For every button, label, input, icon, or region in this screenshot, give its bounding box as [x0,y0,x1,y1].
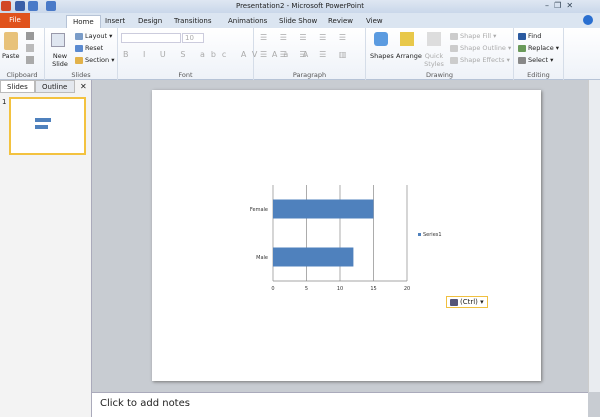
x-tick-label: 0 [271,286,274,292]
tab-slides[interactable]: Slides [0,80,35,93]
bar-male [273,247,354,267]
layout-icon [75,32,83,40]
shape-effects-label: Shape Effects [460,56,505,64]
reset-label: Reset [85,44,104,52]
reset-button[interactable]: Reset [75,44,103,52]
quick-styles-icon [427,32,441,46]
tab-file[interactable]: File [0,13,30,28]
shape-effects-icon [450,56,458,64]
x-tick-label: 5 [305,286,308,292]
shape-outline-icon [450,44,458,52]
tab-home[interactable]: Home [66,15,101,28]
list-buttons[interactable]: ☰ ☰ ☰ ☰ ☰ [260,33,351,42]
replace-button[interactable]: Replace ▾ [518,44,559,52]
clipboard-group: Paste Clipboard [0,28,45,80]
shapes-icon [374,32,388,46]
copy-icon[interactable] [26,44,34,52]
shape-fill-label: Shape Fill [460,32,492,40]
align-buttons[interactable]: ☰ ☰ ☰ ☰ ▥ [260,50,351,59]
ribbon-tabs: Home Insert Design Transitions Animation… [0,13,600,28]
arrange-button[interactable]: Arrange [396,52,422,60]
window-controls[interactable]: – ❐ ✕ [545,1,595,11]
slide-thumbnail[interactable] [9,97,86,155]
arrange-icon [400,32,414,46]
font-group: 10 B I U S abc AV Aa A Font [118,28,308,80]
shapes-button[interactable]: Shapes [370,52,394,60]
replace-icon [518,44,526,52]
tab-design[interactable]: Design [132,15,168,28]
help-icon[interactable] [583,15,593,25]
close-panel-icon[interactable]: ✕ [80,82,87,91]
drawing-group: Shapes Arrange Quick Styles Shape Fill ▾… [366,28,514,80]
legend-swatch [418,233,421,236]
shape-outline-label: Shape Outline [460,44,506,52]
quick-styles-button[interactable]: Quick Styles [423,52,445,68]
section-button[interactable]: Section ▾ [75,56,115,64]
font-label: Font [178,71,193,79]
paragraph-group: ☰ ☰ ☰ ☰ ☰ ☰ ☰ ☰ ☰ ▥ Paragraph [254,28,366,80]
drawing-label: Drawing [425,71,454,79]
slides-group: New Slide Layout ▾ Reset Section ▾ Slide… [45,28,118,80]
select-icon [518,56,526,64]
tab-animations[interactable]: Animations [222,15,273,28]
section-icon [75,56,83,64]
tab-outline[interactable]: Outline [35,80,75,93]
thumb-bar [35,118,51,122]
legend-label: Series1 [423,232,442,238]
replace-label: Replace [528,44,554,52]
tab-transitions[interactable]: Transitions [168,15,218,28]
format-painter-icon[interactable] [26,56,34,64]
ribbon: Paste Clipboard New Slide Layout ▾ Reset… [0,28,600,80]
bar-female [273,199,374,219]
font-size-input[interactable]: 10 [182,33,204,43]
layout-button[interactable]: Layout ▾ [75,32,112,40]
notes-pane[interactable]: Click to add notes [92,392,588,417]
tab-review[interactable]: Review [322,15,359,28]
shape-outline-button[interactable]: Shape Outline ▾ [450,44,511,52]
thumb-bar [35,125,48,129]
find-button[interactable]: Find [518,32,541,40]
paste-icon [4,32,18,50]
slide-number: 1 [2,98,7,106]
shape-effects-button[interactable]: Shape Effects ▾ [450,56,510,64]
shape-fill-icon [450,32,458,40]
clipboard-label: Clipboard [6,71,38,79]
title-bar: Presentation2 - Microsoft PowerPoint – ❐… [0,0,600,13]
find-label: Find [528,32,542,40]
x-tick-label: 15 [370,286,376,292]
slides-label: Slides [71,71,91,79]
paste-options-button[interactable]: (Ctrl) ▾ [446,296,488,308]
section-label: Section [85,56,110,64]
slide-canvas[interactable]: 0 5 10 15 20 Male Female Series1 (Ctrl) ▾ [152,90,541,381]
paste-button[interactable]: Paste [2,52,20,60]
cut-icon[interactable] [26,32,34,40]
find-icon [518,32,526,40]
y-tick-label: Male [256,255,268,261]
paste-options-label: (Ctrl) [460,298,478,306]
shape-fill-button[interactable]: Shape Fill ▾ [450,32,496,40]
tab-insert[interactable]: Insert [99,15,131,28]
slides-panel: Slides Outline ✕ 1 [0,80,92,417]
window-title: Presentation2 - Microsoft PowerPoint [235,2,365,10]
font-name-input[interactable] [121,33,181,43]
tab-slide-show[interactable]: Slide Show [273,15,323,28]
y-tick-label: Female [250,207,268,213]
reset-icon [75,44,83,52]
new-slide-button[interactable]: New Slide [49,52,71,68]
paragraph-label: Paragraph [292,71,327,79]
editing-label: Editing [527,71,550,79]
x-tick-label: 10 [337,286,343,292]
clipboard-icon [450,298,458,306]
x-tick-label: 20 [404,286,410,292]
editing-group: Find Replace ▾ Select ▾ Editing [514,28,564,80]
select-button[interactable]: Select ▾ [518,56,553,64]
select-label: Select [528,56,549,64]
vertical-scrollbar[interactable] [588,80,600,392]
new-slide-icon [51,33,65,47]
layout-label: Layout [85,32,108,40]
tab-view[interactable]: View [360,15,389,28]
bar-chart[interactable]: 0 5 10 15 20 Male Female Series1 [152,90,541,381]
